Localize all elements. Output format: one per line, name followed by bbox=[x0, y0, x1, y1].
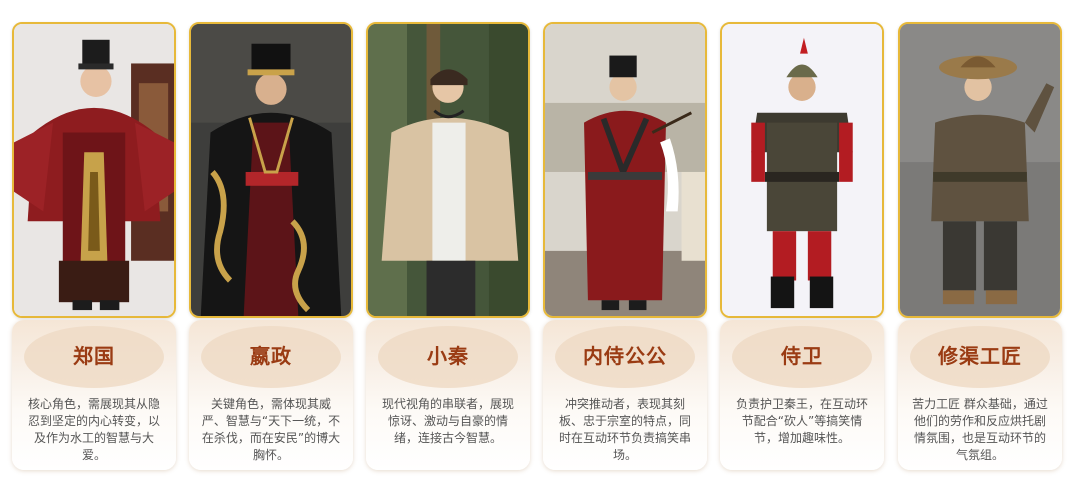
character-card-zhengguo: 郑国 核心角色，需展现其从隐忍到坚定的内心转变，以及作为水工的智慧与大爱。 bbox=[12, 0, 178, 478]
character-description: 核心角色，需展现其从隐忍到坚定的内心转变，以及作为水工的智慧与大爱。 bbox=[27, 397, 160, 462]
character-name: 郑国 bbox=[73, 344, 115, 368]
character-photo-yingzheng bbox=[189, 22, 353, 318]
character-card-shiwei: 侍卫 负责护卫秦王，在互动环节配合“砍人”等搞笑情节，增加趣味性。 bbox=[720, 0, 886, 478]
character-info-panel: 内侍公公 冲突推动者，表现其刻板、忠于宗室的特点，同时在互动环节负责搞笑串场。 bbox=[543, 320, 707, 470]
character-photo-xiaoqin bbox=[366, 22, 530, 318]
character-name: 内侍公公 bbox=[583, 344, 667, 368]
character-name: 侍卫 bbox=[781, 344, 823, 368]
character-photo-neishi-gonggong bbox=[543, 22, 707, 318]
character-description: 关键角色，需体现其威严、智慧与“天下一统，不在杀伐，而在安民”的博大胸怀。 bbox=[201, 397, 341, 462]
character-description: 负责护卫秦王，在互动环节配合“砍人”等搞笑情节，增加趣味性。 bbox=[735, 397, 868, 445]
character-photo-shiwei bbox=[720, 22, 884, 318]
character-name: 嬴政 bbox=[250, 344, 292, 368]
character-info-panel: 嬴政 关键角色，需体现其威严、智慧与“天下一统，不在杀伐，而在安民”的博大胸怀。 bbox=[189, 320, 353, 470]
character-description: 冲突推动者，表现其刻板、忠于宗室的特点，同时在互动环节负责搞笑串场。 bbox=[558, 397, 691, 462]
character-card-yingzheng: 嬴政 关键角色，需体现其威严、智慧与“天下一统，不在杀伐，而在安民”的博大胸怀。 bbox=[189, 0, 355, 478]
character-name: 小秦 bbox=[427, 344, 469, 368]
character-info-panel: 小秦 现代视角的串联者，展现惊讶、激动与自豪的情绪，连接古今智慧。 bbox=[366, 320, 530, 470]
character-name: 修渠工匠 bbox=[938, 344, 1022, 368]
character-info-panel: 郑国 核心角色，需展现其从隐忍到坚定的内心转变，以及作为水工的智慧与大爱。 bbox=[12, 320, 176, 470]
character-card-xiaoqin: 小秦 现代视角的串联者，展现惊讶、激动与自豪的情绪，连接古今智慧。 bbox=[366, 0, 532, 478]
character-info-panel: 侍卫 负责护卫秦王，在互动环节配合“砍人”等搞笑情节，增加趣味性。 bbox=[720, 320, 884, 470]
character-description: 现代视角的串联者，展现惊讶、激动与自豪的情绪，连接古今智慧。 bbox=[381, 397, 514, 445]
character-card-neishi-gonggong: 内侍公公 冲突推动者，表现其刻板、忠于宗室的特点，同时在互动环节负责搞笑串场。 bbox=[543, 0, 709, 478]
character-card-xiuqu-gongjiang: 修渠工匠 苦力工匠 群众基础，通过他们的劳作和反应烘托剧情氛围，也是互动环节的气… bbox=[898, 0, 1064, 478]
character-photo-zhengguo bbox=[12, 22, 176, 318]
character-description: 苦力工匠 群众基础，通过他们的劳作和反应烘托剧情氛围，也是互动环节的气氛组。 bbox=[912, 397, 1048, 462]
character-cards-row: 郑国 核心角色，需展现其从隐忍到坚定的内心转变，以及作为水工的智慧与大爱。 嬴政… bbox=[0, 0, 1080, 478]
character-photo-xiuqu-gongjiang bbox=[898, 22, 1062, 318]
character-info-panel: 修渠工匠 苦力工匠 群众基础，通过他们的劳作和反应烘托剧情氛围，也是互动环节的气… bbox=[898, 320, 1062, 470]
